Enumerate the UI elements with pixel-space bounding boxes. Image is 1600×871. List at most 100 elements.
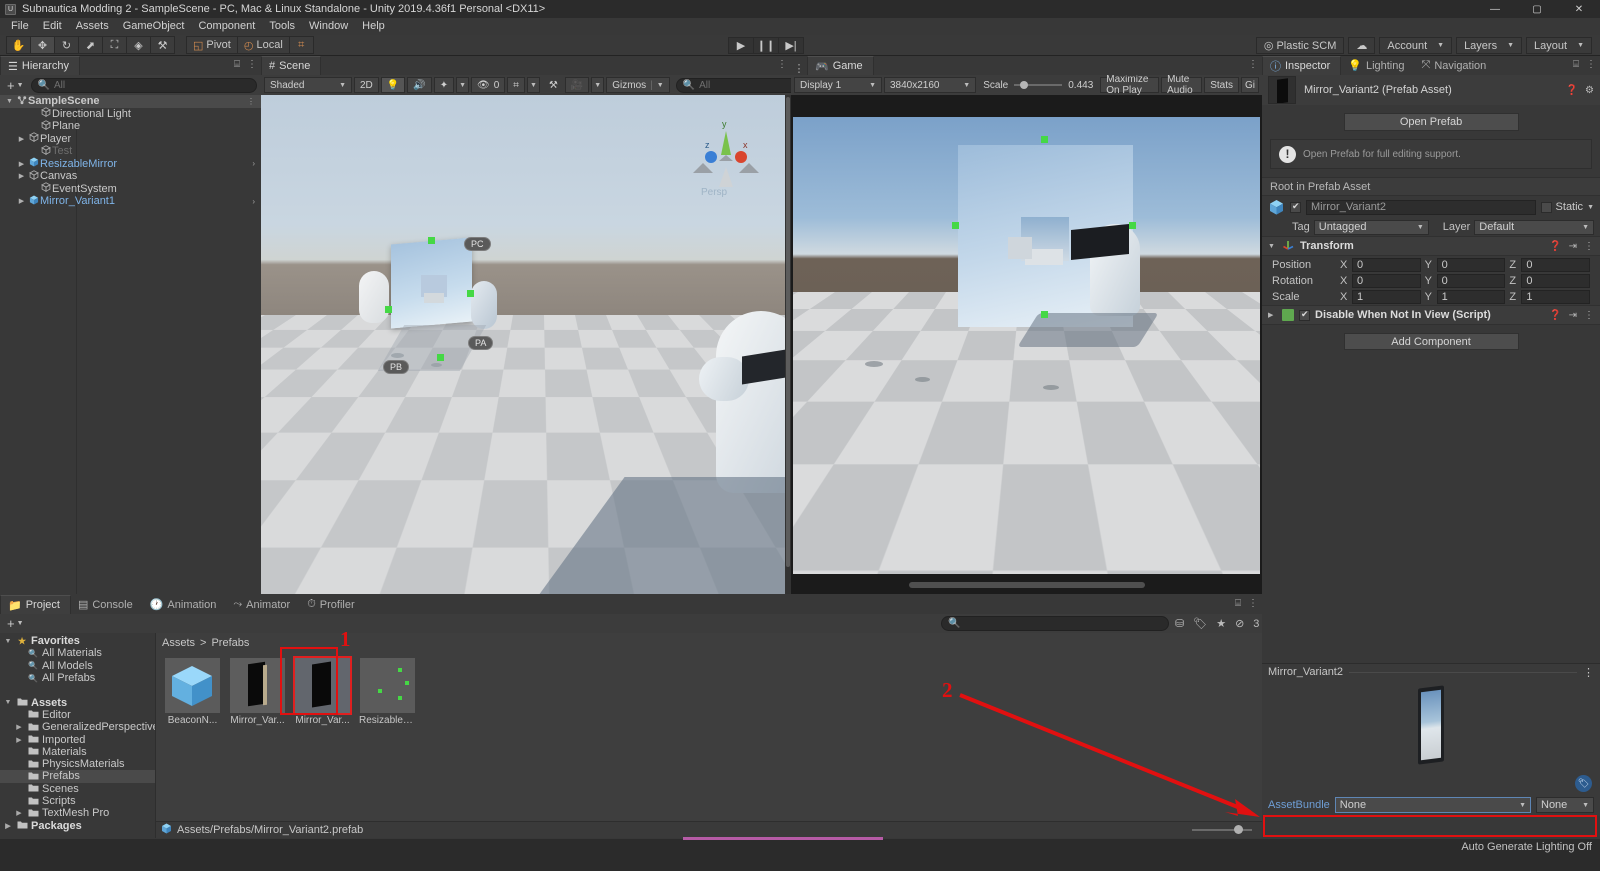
transform-tool-icon[interactable]: ◈ [126,36,151,54]
chevron-right-icon[interactable]: ▶ [1268,311,1277,319]
menu-window[interactable]: Window [302,18,355,35]
project-tree-item-prefabs[interactable]: Prefabs [0,770,155,783]
asset-item-mirror-variant1[interactable]: Mirror_Var... [229,658,286,726]
project-tree-item-assets[interactable]: ▼ Assets [0,696,155,709]
chevron-right-icon[interactable]: ▶ [16,160,27,168]
static-toggle-group[interactable]: Static ▼ [1540,201,1594,213]
scene-orientation-gizmo[interactable]: y z x Persp [691,115,761,198]
transform-rotation-x-value[interactable]: 0 [1352,273,1421,288]
step-button[interactable]: ▶| [778,37,804,54]
play-button[interactable]: ▶ [728,37,754,54]
asset-zoom-slider[interactable] [1192,824,1252,835]
scene-kebab-menu-icon[interactable]: ⋮ [791,62,807,75]
shading-mode-dropdown[interactable]: Shaded ▼ [264,77,352,93]
help-icon[interactable]: ❓ [1566,85,1578,96]
hierarchy-search-input[interactable]: 🔍 All [30,77,257,93]
project-tree-item-textmesh-pro[interactable]: ▶ TextMesh Pro [0,807,155,819]
lock-icon[interactable]: ⌸ [1573,59,1579,70]
move-tool-icon[interactable]: ✥ [30,36,55,54]
preset-icon[interactable]: ⇥ [1569,310,1577,321]
gear-icon[interactable]: ⚙ [1585,85,1594,96]
project-tree-item-scenes[interactable]: Scenes [0,783,155,795]
chevron-right-icon[interactable]: ▶ [14,736,24,744]
project-tree-item-all-prefabs[interactable]: 🔍 All Prefabs [0,672,155,684]
scene-grid-icon[interactable]: ⌗ [507,77,525,93]
script-enabled-checkbox[interactable] [1299,309,1310,321]
menu-component[interactable]: Component [191,18,262,35]
scene-camera-icon[interactable]: 🎥 [564,77,590,93]
transform-rotation-z-field[interactable]: Z0 [1509,273,1591,288]
scene-grid-dropdown[interactable]: ▼ [526,77,540,93]
layers-dropdown[interactable]: Layers ▼ [1456,37,1523,54]
transform-scale-y-value[interactable]: 1 [1436,289,1506,304]
tab-project[interactable]: 📁 Project [0,595,71,614]
selection-handle[interactable] [467,290,474,297]
project-tree-item-editor[interactable]: Editor [0,709,155,721]
project-tree-item-all-models[interactable]: 🔍 All Models [0,660,155,672]
transform-rotation-y-field[interactable]: Y0 [1425,273,1506,288]
help-icon[interactable]: ❓ [1549,241,1561,252]
asset-item-mirror-variant2[interactable]: Mirror_Var... [293,656,352,726]
game-viewport[interactable] [791,95,1262,594]
tab-inspector[interactable]: ⓘ Inspector [1262,56,1342,75]
plastic-scm-button[interactable]: ◎ Plastic SCM [1255,37,1345,54]
space-toggle[interactable]: ◴ Local [236,36,290,54]
hierarchy-item-test[interactable]: Test [0,144,261,158]
hierarchy-item-samplescene[interactable]: ▼ SampleScene ⋮ [0,95,261,108]
kebab-menu-icon[interactable]: ⋮ [1584,241,1594,252]
preview-viewport[interactable] [1262,680,1600,772]
game-selection-handle[interactable] [1129,222,1136,229]
layout-dropdown[interactable]: Layout ▼ [1526,37,1592,54]
kebab-menu-icon[interactable]: ⋮ [247,59,257,70]
game-selection-handle[interactable] [952,222,959,229]
minimize-button[interactable]: — [1474,0,1516,18]
project-search-input[interactable]: 🔍 [941,616,1169,631]
layer-dropdown[interactable]: Default ▼ [1474,219,1594,235]
kebab-menu-icon[interactable]: ⋮ [1584,310,1594,321]
chevron-right-icon[interactable]: ▶ [14,723,24,731]
hierarchy-add-button[interactable]: + ▼ [4,78,27,93]
hierarchy-item-directional-light[interactable]: Directional Light [0,107,261,121]
scale-tool-icon[interactable]: ⬈ [78,36,103,54]
lock-icon[interactable]: ⌸ [234,59,240,70]
game-horizontal-scrollbar[interactable] [909,582,1145,588]
close-button[interactable]: ✕ [1558,0,1600,18]
scene-audio-icon[interactable]: 🔊 [407,77,432,93]
stats-toggle[interactable]: Stats [1204,77,1239,93]
transform-position-x-field[interactable]: X0 [1340,257,1421,272]
assetbundle-dropdown[interactable]: None ▼ [1334,797,1531,813]
add-component-button[interactable]: Add Component [1343,333,1519,350]
transform-scale-z-value[interactable]: 1 [1521,289,1591,304]
maximize-button[interactable]: ▢ [1516,0,1558,18]
assetbundle-variant-dropdown[interactable]: None ▼ [1536,797,1594,813]
hierarchy-item-player[interactable]: ▶ Player [0,132,261,146]
menu-gameobject[interactable]: GameObject [116,18,192,35]
transform-position-y-field[interactable]: Y0 [1425,257,1506,272]
tag-dropdown[interactable]: Untagged ▼ [1313,219,1429,235]
chevron-right-icon[interactable]: ▶ [16,135,27,143]
scene-camera-dropdown[interactable]: ▼ [591,77,605,93]
game-selection-handle[interactable] [1041,136,1048,143]
chevron-down-icon[interactable]: ▼ [4,98,15,105]
transform-rotation-z-value[interactable]: 0 [1521,273,1591,288]
tab-console[interactable]: ▤ Console [70,595,143,614]
asset-item-beacon[interactable]: BeaconN... [164,658,221,726]
chevron-right-icon[interactable]: ▶ [3,822,13,830]
scene-viewport[interactable]: PC PA PB y z x Persp [261,95,791,594]
chevron-right-icon[interactable]: ▶ [16,197,27,205]
chevron-down-icon[interactable]: ▼ [1587,204,1594,211]
chevron-right-icon[interactable]: ▶ [16,172,27,180]
hierarchy-item-resizablemirror[interactable]: ▶ ResizableMirror › [0,157,261,171]
tab-profiler[interactable]: ⏱ Profiler [300,595,365,614]
maximize-on-play-toggle[interactable]: Maximize On Play [1100,74,1160,96]
kebab-menu-icon[interactable]: ⋮ [1248,598,1258,609]
breadcrumb-assets[interactable]: Assets [162,637,195,649]
project-tree-item-favorites[interactable]: ▼ ★ Favorites [0,635,155,647]
transform-component-header[interactable]: ▼ Transform ❓ ⇥ ⋮ [1262,236,1600,256]
scene-lighting-icon[interactable]: 💡 [380,77,406,93]
asset-item-resizable-mirror[interactable]: ResizableM... [359,658,416,726]
kebab-menu-icon[interactable]: ⋮ [247,97,255,106]
mute-audio-toggle[interactable]: Mute Audio [1161,74,1203,96]
account-dropdown[interactable]: Account ▼ [1379,37,1453,54]
pause-button[interactable]: ❙❙ [753,37,779,54]
